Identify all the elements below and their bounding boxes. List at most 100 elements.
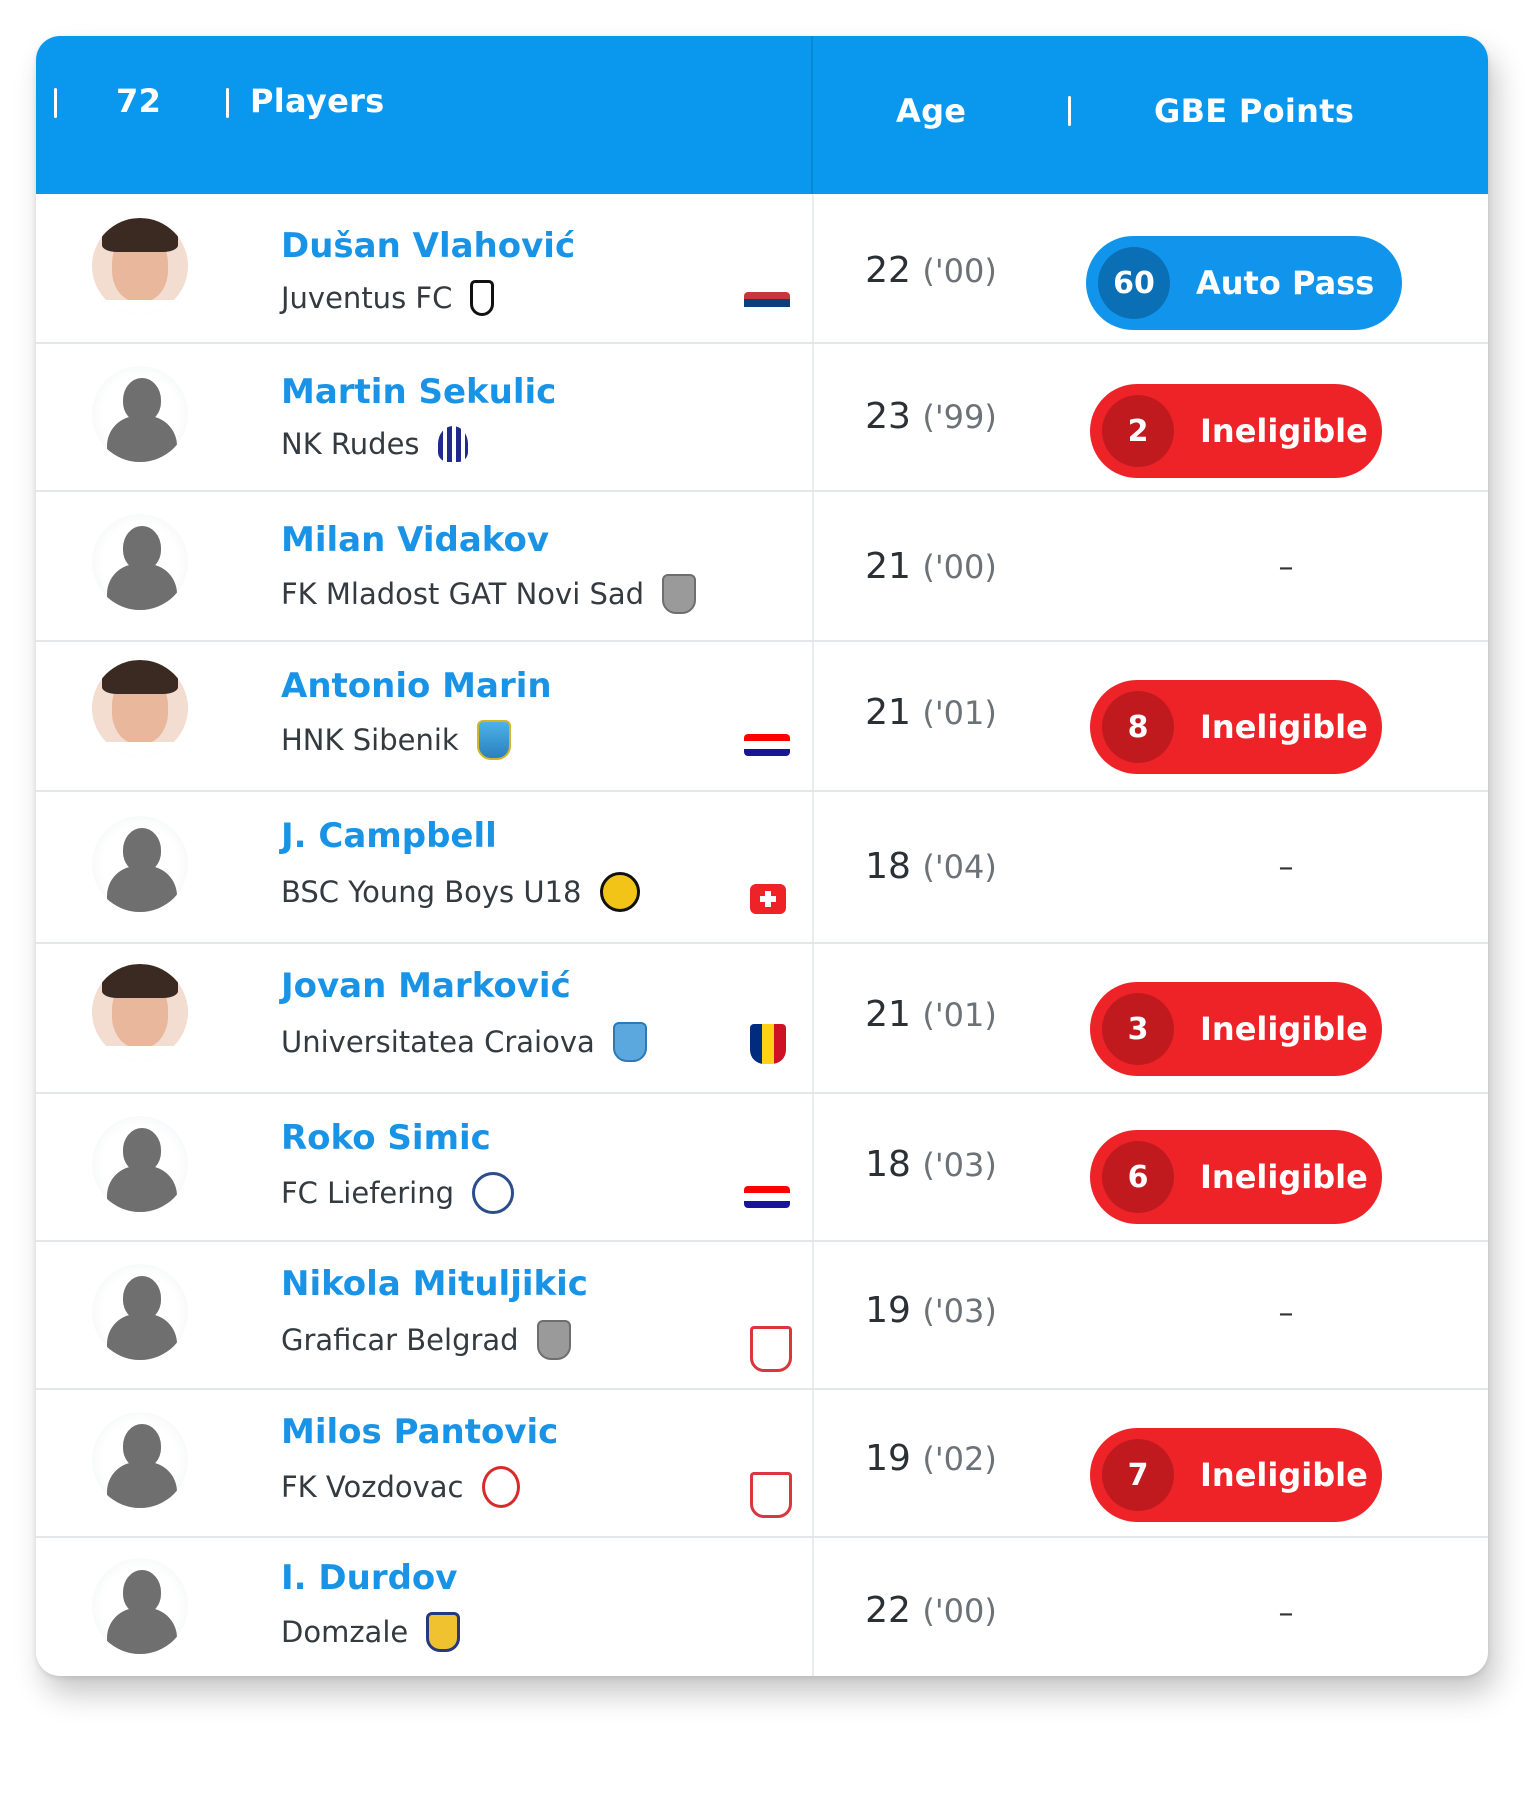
player-placeholder-avatar	[92, 1412, 188, 1508]
player-age: 21 ('01)	[856, 994, 1006, 1035]
gbe-status-badge[interactable]: 3 Ineligible	[1090, 982, 1382, 1076]
club-name: FC Liefering	[281, 1176, 455, 1210]
gbe-points-value: 7	[1102, 1439, 1174, 1511]
table-row[interactable]: Jovan Marković Universitatea Craiova 21 …	[36, 942, 1488, 1094]
player-name[interactable]: I. Durdov	[281, 1558, 457, 1598]
players-column-header[interactable]: Players	[250, 82, 385, 120]
age-value: 21	[865, 692, 911, 733]
nk-rudes-crest-icon	[437, 426, 468, 462]
gbe-status-label: Ineligible	[1200, 1456, 1368, 1494]
club-name: Universitatea Craiova	[281, 1025, 595, 1059]
player-name[interactable]: Martin Sekulic	[281, 372, 556, 412]
player-age: 21 ('01)	[856, 692, 1006, 733]
players-table-card: 72 Players Age GBE Points Dušan Vlahović…	[36, 36, 1488, 1676]
table-row[interactable]: Milan Vidakov FK Mladost GAT Novi Sad 21…	[36, 490, 1488, 642]
birth-year: ('01)	[922, 694, 997, 732]
gbe-status-badge[interactable]: 60 Auto Pass	[1086, 236, 1402, 330]
table-row[interactable]: J. Campbell BSC Young Boys U18 18 ('04) …	[36, 790, 1488, 944]
club-info: BSC Young Boys U18	[281, 872, 640, 912]
table-row[interactable]: Martin Sekulic NK Rudes 23 ('99) 2 Ineli…	[36, 342, 1488, 492]
player-photo	[92, 218, 188, 314]
domzale-crest-icon	[426, 1612, 461, 1652]
age-value: 21	[865, 994, 911, 1035]
juventus-crest-icon	[470, 280, 495, 316]
gbe-status-label: Ineligible	[1200, 1158, 1368, 1196]
age-value: 18	[865, 1144, 911, 1185]
gbe-points-value: 3	[1102, 993, 1174, 1065]
club-name: FK Vozdovac	[281, 1470, 464, 1504]
club-info: FC Liefering	[281, 1172, 515, 1214]
gbe-points-value: 6	[1102, 1141, 1174, 1213]
gbe-points-column-header[interactable]: GBE Points	[1154, 92, 1354, 130]
age-value: 18	[865, 846, 911, 887]
age-value: 22	[865, 250, 911, 291]
gbe-points-value: 2	[1102, 395, 1174, 467]
table-row[interactable]: Roko Simic FC Liefering 18 ('03) 6 Ineli…	[36, 1092, 1488, 1242]
club-info: Graficar Belgrad	[281, 1320, 571, 1360]
fk-vozdovac-crest-icon	[481, 1466, 520, 1508]
player-placeholder-avatar	[92, 1116, 188, 1212]
fc-liefering-crest-icon	[472, 1172, 515, 1214]
age-column-header[interactable]: Age	[896, 92, 966, 130]
player-placeholder-avatar	[92, 514, 188, 610]
player-placeholder-avatar	[92, 366, 188, 462]
player-name[interactable]: Jovan Marković	[281, 966, 571, 1006]
serbia-flag-icon	[744, 292, 790, 314]
birth-year: ('02)	[922, 1440, 997, 1478]
table-row[interactable]: Antonio Marin HNK Sibenik 21 ('01) 8 Ine…	[36, 640, 1488, 792]
switzerland-flag-icon	[750, 884, 786, 914]
shield-crest-icon	[536, 1320, 571, 1360]
player-name[interactable]: Milos Pantovic	[281, 1412, 558, 1452]
player-name[interactable]: Antonio Marin	[281, 666, 552, 706]
gbe-status-badge[interactable]: 7 Ineligible	[1090, 1428, 1382, 1522]
club-info: Juventus FC	[281, 280, 495, 316]
birth-year: ('04)	[922, 848, 997, 886]
club-name: Juventus FC	[281, 281, 453, 315]
club-info: Universitatea Craiova	[281, 1022, 647, 1062]
player-age: 23 ('99)	[856, 396, 1006, 437]
player-name[interactable]: Nikola Mituljikic	[281, 1264, 588, 1304]
universitatea-craiova-crest-icon	[612, 1022, 647, 1062]
gbe-status-label: Ineligible	[1200, 1010, 1368, 1048]
birth-year: ('00)	[922, 1592, 997, 1630]
birth-year: ('00)	[922, 548, 997, 586]
gbe-points-value: 8	[1102, 691, 1174, 763]
gbe-status-badge[interactable]: 2 Ineligible	[1090, 384, 1382, 478]
table-row[interactable]: I. Durdov Domzale 22 ('00) –	[36, 1536, 1488, 1676]
gbe-status-empty: –	[1278, 550, 1294, 585]
club-name: NK Rudes	[281, 427, 420, 461]
player-name[interactable]: J. Campbell	[281, 816, 497, 856]
table-row[interactable]: Nikola Mituljikic Graficar Belgrad 19 ('…	[36, 1240, 1488, 1390]
table-row[interactable]: Milos Pantovic FK Vozdovac 19 ('02) 7 In…	[36, 1388, 1488, 1538]
player-age: 19 ('02)	[856, 1438, 1006, 1479]
player-photo	[92, 964, 188, 1060]
shield-crest-icon	[662, 574, 697, 614]
player-name[interactable]: Dušan Vlahović	[281, 226, 575, 266]
club-info: FK Mladost GAT Novi Sad	[281, 574, 697, 614]
player-age: 18 ('03)	[856, 1144, 1006, 1185]
player-age: 21 ('00)	[856, 546, 1006, 587]
birth-year: ('03)	[922, 1292, 997, 1330]
table-header: 72 Players Age GBE Points	[36, 36, 1488, 194]
birth-year: ('00)	[922, 252, 997, 290]
gbe-status-badge[interactable]: 6 Ineligible	[1090, 1130, 1382, 1224]
birth-year: ('99)	[922, 398, 997, 436]
gbe-status-empty: –	[1278, 1296, 1294, 1331]
gbe-points-value: 60	[1098, 247, 1170, 319]
age-value: 19	[865, 1438, 911, 1479]
gbe-status-empty: –	[1278, 850, 1294, 885]
player-name[interactable]: Roko Simic	[281, 1118, 491, 1158]
player-photo	[92, 660, 188, 756]
age-value: 19	[865, 1290, 911, 1331]
hnk-sibenik-crest-icon	[476, 720, 511, 760]
header-separator	[226, 88, 229, 118]
gbe-status-badge[interactable]: 8 Ineligible	[1090, 680, 1382, 774]
age-value: 23	[865, 396, 911, 437]
player-name[interactable]: Milan Vidakov	[281, 520, 549, 560]
player-placeholder-avatar	[92, 816, 188, 912]
table-row[interactable]: Dušan Vlahović Juventus FC 22 ('00) 60 A…	[36, 194, 1488, 344]
gbe-status-label: Ineligible	[1200, 412, 1368, 450]
header-separator	[1068, 96, 1071, 126]
birth-year: ('01)	[922, 996, 997, 1034]
gbe-status-empty: –	[1278, 1596, 1294, 1631]
